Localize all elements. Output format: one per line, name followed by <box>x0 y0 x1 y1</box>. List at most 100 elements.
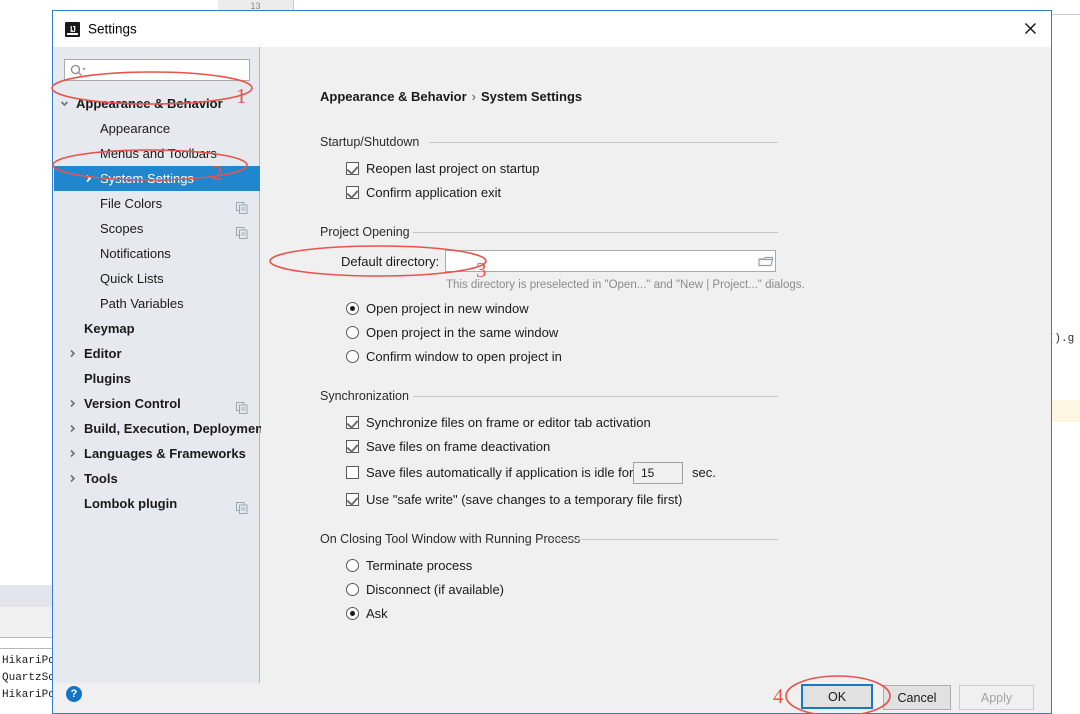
sidebar-item-languages-frameworks[interactable]: Languages & Frameworks <box>54 441 260 466</box>
close-icon[interactable] <box>1009 11 1051 46</box>
sidebar-item-label: Path Variables <box>100 296 184 311</box>
checkbox-label: Save files automatically if application … <box>366 465 634 480</box>
search-icon <box>70 64 86 82</box>
folder-icon[interactable] <box>757 253 775 269</box>
radio-open-project-new-window[interactable]: Open project in new window <box>346 301 529 316</box>
sidebar-item-label: Keymap <box>84 321 135 336</box>
sidebar-item-scopes[interactable]: Scopes <box>54 216 260 241</box>
default-directory-input[interactable] <box>445 250 776 272</box>
radio-button <box>346 583 359 596</box>
sidebar-item-appearance[interactable]: Appearance <box>54 116 260 141</box>
annotation-number-3: 3 <box>476 258 487 282</box>
radio-disconnect-if-available[interactable]: Disconnect (if available) <box>346 582 504 597</box>
chevron-right-icon[interactable] <box>82 166 94 191</box>
intellij-idea-logo-icon: IJ <box>65 22 80 37</box>
settings-dialog: IJ Settings Appearance & Behavior Appear… <box>52 10 1052 714</box>
radio-open-project-same-window[interactable]: Open project in the same window <box>346 325 558 340</box>
sidebar-item-version-control[interactable]: Version Control <box>54 391 260 416</box>
default-directory-hint: This directory is preselected in "Open..… <box>446 279 805 291</box>
radio-confirm-window-to-open[interactable]: Confirm window to open project in <box>346 349 562 364</box>
ide-left-separator <box>0 648 52 649</box>
idle-seconds-input[interactable]: 15 <box>633 462 683 484</box>
breadcrumb-root[interactable]: Appearance & Behavior <box>320 89 467 104</box>
apply-button: Apply <box>959 685 1034 710</box>
sidebar-item-file-colors[interactable]: File Colors <box>54 191 260 216</box>
radio-button <box>346 350 359 363</box>
radio-terminate-process[interactable]: Terminate process <box>346 558 472 573</box>
checkbox-box <box>346 493 359 506</box>
chevron-right-icon[interactable] <box>66 466 78 491</box>
help-icon[interactable]: ? <box>66 686 82 702</box>
search-input[interactable] <box>64 59 250 81</box>
annotation-number-4: 4 <box>773 684 784 708</box>
copy-settings-icon[interactable] <box>236 497 248 522</box>
checkbox-confirm-application-exit[interactable]: Confirm application exit <box>346 185 501 200</box>
sidebar-item-label: Build, Execution, Deployment <box>84 421 268 436</box>
checkbox-save-files-automatically-idle[interactable]: Save files automatically if application … <box>346 465 633 480</box>
sidebar-item-label: Plugins <box>84 371 131 386</box>
sidebar-item-label: Lombok plugin <box>84 496 178 511</box>
sidebar-item-menus-and-toolbars[interactable]: Menus and Toolbars <box>54 141 260 166</box>
sidebar-item-lombok-plugin[interactable]: Lombok plugin <box>54 491 260 516</box>
checkbox-box <box>346 162 359 175</box>
radio-button <box>346 559 359 572</box>
sidebar-item-label: Quick Lists <box>100 271 164 286</box>
checkbox-label: Use "safe write" (save changes to a temp… <box>366 492 683 507</box>
chevron-right-icon[interactable] <box>66 391 78 416</box>
sidebar-item-label: Version Control <box>84 396 181 411</box>
checkbox-reopen-last-project[interactable]: Reopen last project on startup <box>346 161 539 176</box>
sidebar-item-plugins[interactable]: Plugins <box>54 366 260 391</box>
settings-content: Appearance & Behavior › System Settings St… <box>261 47 1051 683</box>
annotation-number-2: 2 <box>212 161 223 185</box>
sidebar-item-tools[interactable]: Tools <box>54 466 260 491</box>
ok-button[interactable]: OK <box>801 684 873 709</box>
chevron-right-icon[interactable] <box>66 341 78 366</box>
sidebar-item-quick-lists[interactable]: Quick Lists <box>54 266 260 291</box>
sidebar-item-path-variables[interactable]: Path Variables <box>54 291 260 316</box>
checkbox-box <box>346 186 359 199</box>
checkbox-label: Confirm application exit <box>366 185 502 200</box>
sidebar-item-label: Appearance & Behavior <box>76 96 223 111</box>
sidebar-item-keymap[interactable]: Keymap <box>54 316 260 341</box>
checkbox-save-files-on-frame-deactivation[interactable]: Save files on frame deactivation <box>346 439 550 454</box>
idle-seconds-unit: sec. <box>692 465 716 480</box>
sidebar-item-system-settings[interactable]: System Settings <box>54 166 260 191</box>
settings-tree: Appearance & Behavior Appearance Menus and… <box>54 91 267 516</box>
sidebar-item-editor[interactable]: Editor <box>54 341 260 366</box>
radio-label: Open project in new window <box>366 301 529 316</box>
radio-button <box>346 607 359 620</box>
sidebar-item-label: Menus and Toolbars <box>100 146 217 161</box>
sidebar-item-notifications[interactable]: Notifications <box>54 241 260 266</box>
group-divider-closing-tool-window <box>550 539 778 540</box>
sidebar-item-label: System Settings <box>100 171 194 186</box>
group-divider-startup <box>429 142 778 143</box>
checkbox-box <box>346 466 359 479</box>
sidebar-item-label: Scopes <box>100 221 144 236</box>
default-directory-label: Default directory: <box>341 254 440 269</box>
checkbox-synchronize-files-on-activation[interactable]: Synchronize files on frame or editor tab… <box>346 415 651 430</box>
sidebar-item-label: Notifications <box>100 246 171 261</box>
radio-button <box>346 326 359 339</box>
annotation-number-1: 1 <box>236 84 247 108</box>
group-title-project-opening: Project Opening <box>320 225 416 239</box>
group-title-synchronization: Synchronization <box>320 389 415 403</box>
dialog-titlebar: IJ Settings <box>53 11 1051 47</box>
group-title-closing-tool-window: On Closing Tool Window with Running Proc… <box>320 532 587 546</box>
checkbox-use-safe-write[interactable]: Use "safe write" (save changes to a temp… <box>346 492 682 507</box>
radio-label: Confirm window to open project in <box>366 349 562 364</box>
ide-left-row <box>0 607 52 638</box>
sidebar-item-build-execution-deployment[interactable]: Build, Execution, Deployment <box>54 416 267 441</box>
radio-ask[interactable]: Ask <box>346 606 388 621</box>
sidebar-item-label: Languages & Frameworks <box>84 446 246 461</box>
checkbox-label: Reopen last project on startup <box>366 161 540 176</box>
chevron-right-icon[interactable] <box>66 441 78 466</box>
chevron-down-icon[interactable] <box>58 91 70 116</box>
sidebar-item-label: Editor <box>84 346 122 361</box>
group-divider-synchronization <box>413 396 778 397</box>
sidebar-item-label: Tools <box>84 471 118 486</box>
cancel-button[interactable]: Cancel <box>883 685 951 710</box>
breadcrumb-separator-icon: › <box>471 89 477 104</box>
breadcrumb-leaf: System Settings <box>481 89 583 104</box>
sidebar-item-appearance-behavior[interactable]: Appearance & Behavior <box>54 91 260 116</box>
chevron-right-icon[interactable] <box>66 416 78 441</box>
